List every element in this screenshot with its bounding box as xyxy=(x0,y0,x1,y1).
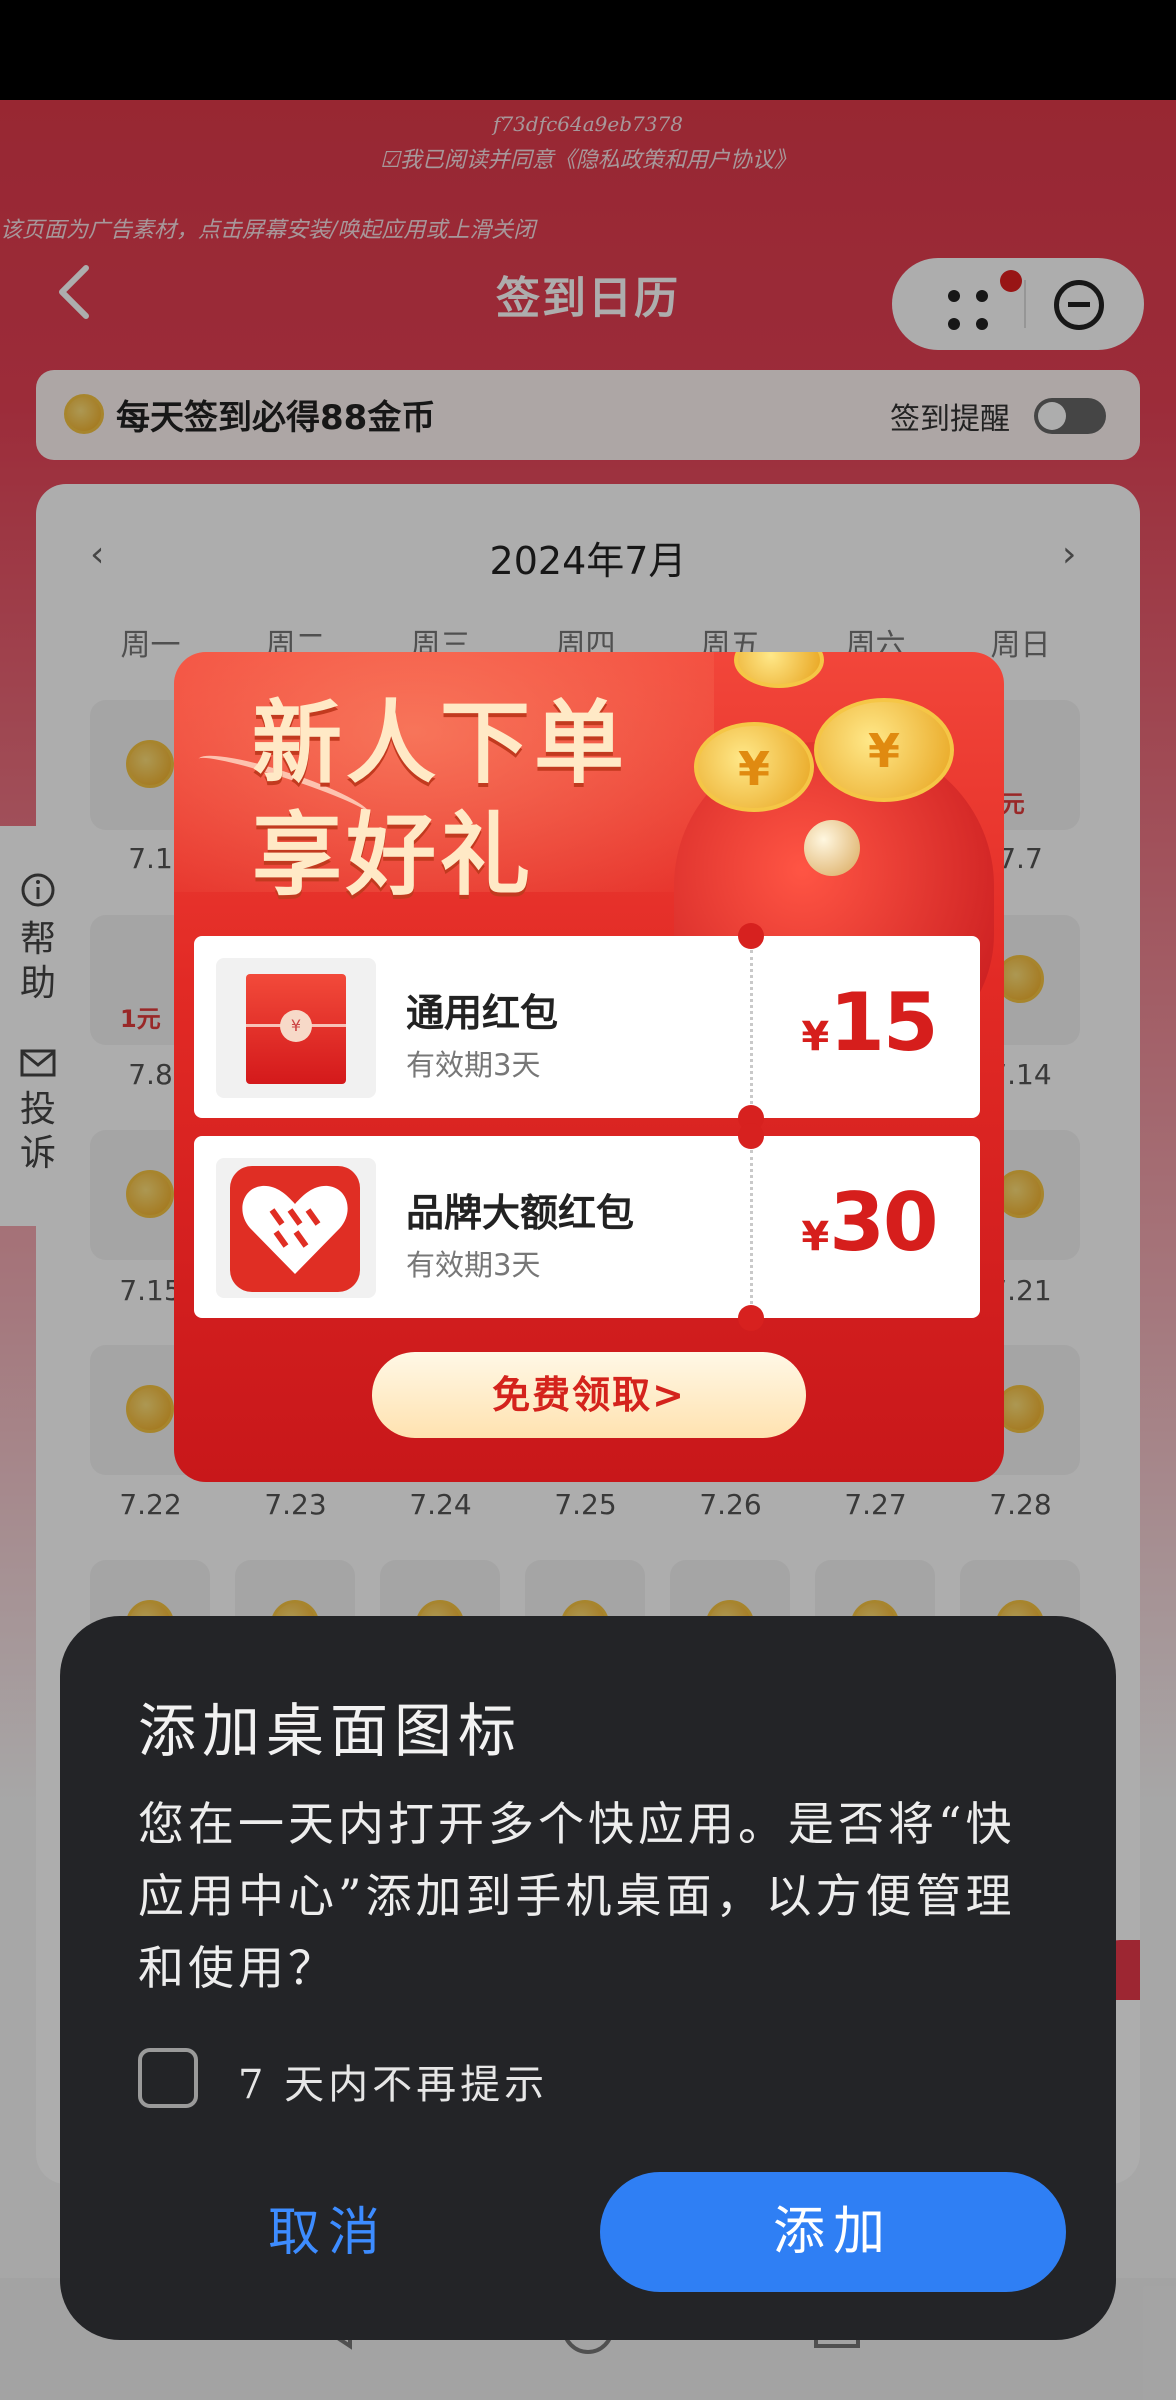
dont-remind-checkbox[interactable] xyxy=(138,2048,198,2108)
gold-coin-icon: ¥ xyxy=(694,722,814,812)
add-button[interactable]: 添加 xyxy=(600,2172,1066,2292)
gold-coin-icon: ¥ xyxy=(814,698,954,802)
claim-free-button[interactable]: 免费领取> xyxy=(372,1352,806,1438)
coupon-amount: ¥15 xyxy=(774,976,964,1069)
coupon-notch xyxy=(738,1123,764,1149)
coupon-notch xyxy=(738,1305,764,1331)
coupon-validity: 有效期3天 xyxy=(406,1248,541,1282)
bag-knot-icon xyxy=(804,820,860,876)
dont-remind-label[interactable]: 7 天内不再提示 xyxy=(238,2052,548,2110)
coupon-card[interactable]: 品牌大额红包 有效期3天 ¥30 xyxy=(194,1123,980,1331)
promo-popup[interactable]: 新人下单 享好礼 ¥ ¥ ¥ 通用红包 有效期3天 ¥15 品牌大额红包 有效期… xyxy=(174,652,1004,1482)
currency-symbol: ¥ xyxy=(801,1214,830,1260)
red-envelope-icon: ¥ xyxy=(246,974,346,1084)
coupon-title: 通用红包 xyxy=(406,991,559,1035)
pinduoduo-logo-icon xyxy=(230,1166,360,1292)
coupon-divider xyxy=(750,950,753,1104)
coupon-amount: ¥30 xyxy=(774,1176,964,1269)
coupon-card[interactable]: ¥ 通用红包 有效期3天 ¥15 xyxy=(194,923,980,1131)
amount-value: 30 xyxy=(829,1176,938,1269)
amount-value: 15 xyxy=(829,976,938,1069)
promo-headline: 新人下单 享好礼 xyxy=(252,688,628,912)
status-bar xyxy=(0,0,1176,100)
coupon-thumb: ¥ xyxy=(216,958,376,1098)
coupon-divider xyxy=(750,1150,753,1304)
headline-line2: 享好礼 xyxy=(252,803,534,908)
coupon-validity: 有效期3天 xyxy=(406,1048,541,1082)
coupon-thumb xyxy=(216,1158,376,1298)
gold-coin-icon xyxy=(734,652,824,688)
coupon-notch xyxy=(738,923,764,949)
headline-line1: 新人下单 xyxy=(252,691,628,796)
add-shortcut-dialog: 添加桌面图标 您在一天内打开多个快应用。是否将“快应用中心”添加到手机桌面，以方… xyxy=(60,1616,1116,2340)
dialog-title: 添加桌面图标 xyxy=(138,1697,523,1765)
cancel-button[interactable]: 取消 xyxy=(108,2174,548,2292)
coupon-title: 品牌大额红包 xyxy=(406,1191,635,1235)
currency-symbol: ¥ xyxy=(801,1014,830,1060)
dialog-message: 您在一天内打开多个快应用。是否将“快应用中心”添加到手机桌面，以方便管理和使用？ xyxy=(138,1797,1016,1995)
